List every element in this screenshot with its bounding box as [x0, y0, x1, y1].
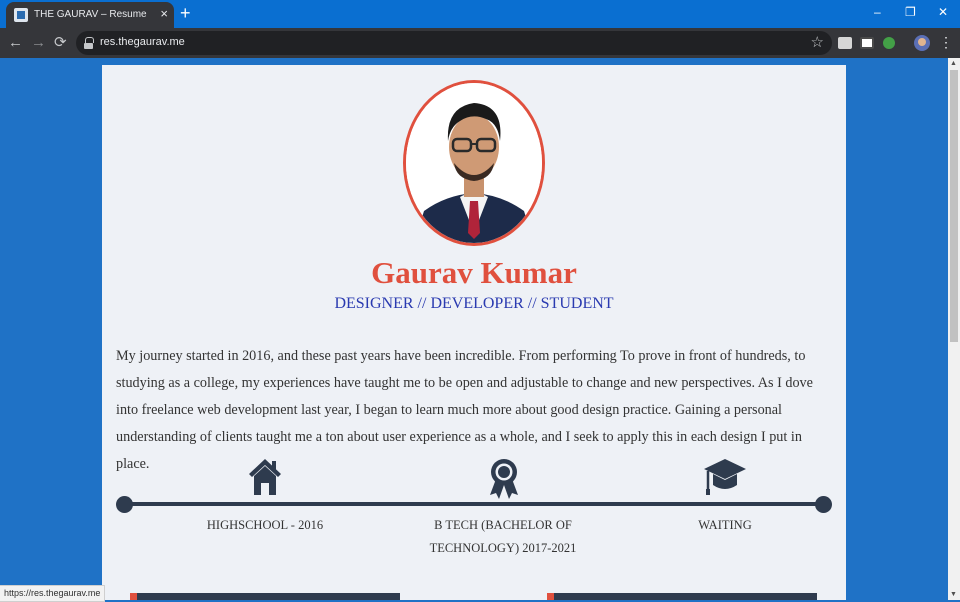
bookmark-star-icon[interactable]: ☆	[811, 33, 824, 51]
address-url[interactable]: res.thegaurav.me	[100, 36, 185, 48]
minimize-button[interactable]: –	[874, 5, 881, 19]
address-bar[interactable]: res.thegaurav.me ☆	[76, 31, 832, 55]
timeline-label-btech: B TECH (BACHELOR OF TECHNOLOGY) 2017-202…	[429, 518, 577, 555]
site-favicon-icon	[14, 8, 28, 22]
home-icon	[249, 459, 281, 495]
link-status-bubble: https://res.thegaurav.me	[0, 585, 106, 602]
reload-button[interactable]: ⟳	[54, 34, 67, 52]
timeline-line	[124, 502, 824, 506]
page-viewport: Gaurav Kumar DESIGNER // DEVELOPER // ST…	[0, 58, 948, 600]
portrait-image	[406, 83, 542, 243]
browser-toolbar: ← → ⟳ res.thegaurav.me ☆	[0, 28, 960, 58]
lock-icon[interactable]	[84, 37, 94, 49]
extension-window-icon[interactable]	[860, 37, 874, 49]
award-icon	[490, 459, 518, 499]
extension-icon[interactable]	[838, 37, 852, 49]
forward-button[interactable]: →	[31, 34, 46, 52]
back-button[interactable]: ←	[8, 34, 23, 52]
section-header-left	[130, 593, 400, 600]
new-tab-button[interactable]: +	[180, 3, 191, 23]
graduation-cap-icon	[704, 459, 746, 495]
scroll-thumb[interactable]	[950, 70, 958, 342]
scroll-up-arrow-icon[interactable]: ▲	[950, 60, 957, 67]
profile-avatar[interactable]	[914, 35, 930, 51]
scroll-down-arrow-icon[interactable]: ▼	[950, 591, 957, 598]
browser-menu-icon[interactable]: ⋮	[939, 34, 953, 51]
tab-title: THE GAURAV – Resume	[34, 9, 147, 20]
tab-strip: THE GAURAV – Resume × + – ❐ ✕	[0, 0, 960, 28]
tab-close-icon[interactable]: ×	[160, 6, 168, 22]
page-scrollbar[interactable]: ▲ ▼	[948, 58, 960, 600]
timeline-label-waiting: WAITING	[698, 518, 752, 532]
profile-name: Gaurav Kumar	[371, 255, 577, 290]
timeline-label-highschool: HIGHSCHOOL - 2016	[206, 518, 324, 532]
close-window-button[interactable]: ✕	[938, 5, 948, 19]
profile-photo	[403, 80, 545, 246]
timeline-end-dot	[815, 496, 832, 513]
section-header-right	[547, 593, 817, 600]
timeline-start-dot	[116, 496, 133, 513]
profile-roles: DESIGNER // DEVELOPER // STUDENT	[334, 295, 614, 312]
restore-button[interactable]: ❐	[905, 5, 916, 19]
resume-card: Gaurav Kumar DESIGNER // DEVELOPER // ST…	[102, 65, 846, 600]
extension-sync-icon[interactable]	[883, 37, 895, 49]
browser-tab[interactable]: THE GAURAV – Resume ×	[6, 2, 174, 28]
